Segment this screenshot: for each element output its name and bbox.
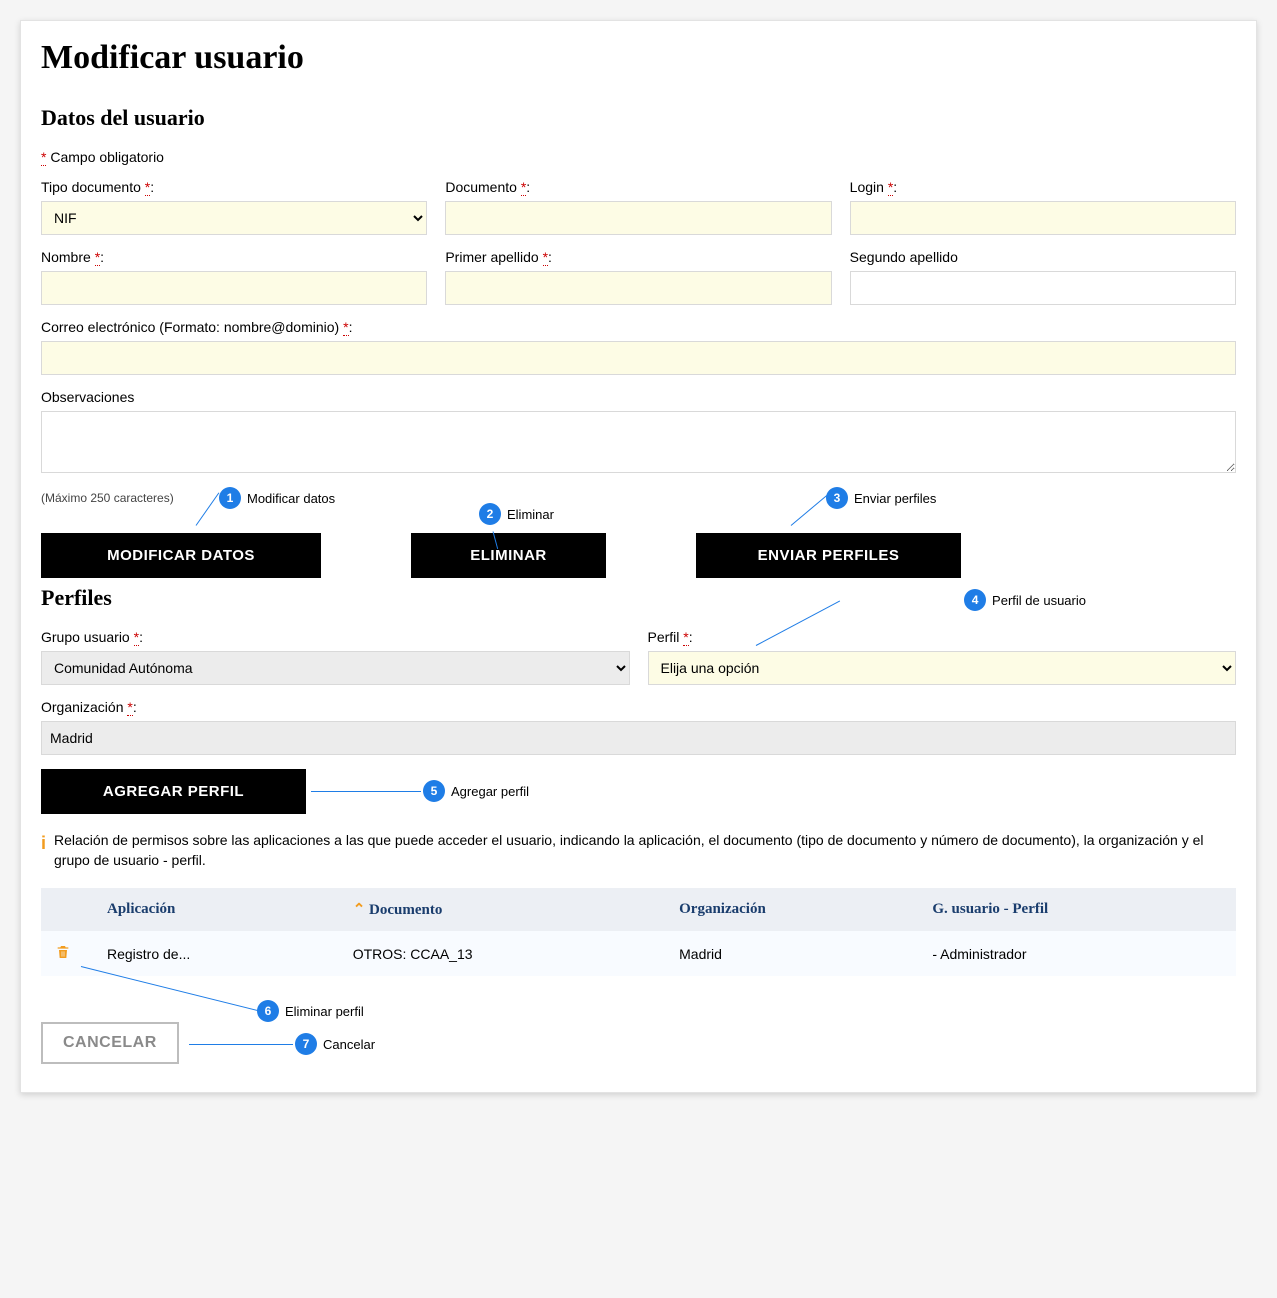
callout-badge-5: 5	[423, 780, 445, 802]
callout-label-2: Eliminar	[507, 507, 554, 522]
nombre-input[interactable]	[41, 271, 427, 305]
th-organizacion[interactable]: Organización	[665, 888, 918, 931]
callout-badge-6: 6	[257, 1000, 279, 1022]
th-aplicacion[interactable]: Aplicación	[93, 888, 339, 931]
callout-label-3: Enviar perfiles	[854, 491, 936, 506]
trash-icon[interactable]	[55, 943, 71, 961]
callout-badge-3: 3	[826, 487, 848, 509]
callout-badge-1: 1	[219, 487, 241, 509]
section-user-data: Datos del usuario	[41, 105, 1236, 131]
organizacion-input[interactable]	[41, 721, 1236, 755]
label-segundo-apellido: Segundo apellido	[850, 249, 1236, 265]
info-text: Relación de permisos sobre las aplicacio…	[54, 831, 1236, 870]
th-documento[interactable]: ⌃ Documento	[339, 888, 665, 931]
label-documento: Documento *:	[445, 179, 831, 195]
label-correo: Correo electrónico (Formato: nombre@domi…	[41, 319, 1236, 335]
info-icon: i	[41, 831, 46, 856]
label-perfil: Perfil *:	[648, 629, 1237, 645]
cell-organizacion: Madrid	[665, 931, 918, 976]
callout-label-5: Agregar perfil	[451, 784, 529, 799]
cell-aplicacion: Registro de...	[93, 931, 339, 976]
cell-gusuario-perfil: - Administrador	[918, 931, 1236, 976]
perfil-select[interactable]: Elija una opción	[648, 651, 1237, 685]
tipo-documento-select[interactable]: NIF	[41, 201, 427, 235]
callout-label-6: Eliminar perfil	[285, 1004, 364, 1019]
label-grupo-usuario: Grupo usuario *:	[41, 629, 630, 645]
documento-input[interactable]	[445, 201, 831, 235]
sort-icon: ⌃	[353, 902, 366, 918]
callout-label-1: Modificar datos	[247, 491, 335, 506]
callout-label-7: Cancelar	[323, 1037, 375, 1052]
required-hint: * Campo obligatorio	[41, 149, 1236, 165]
correo-input[interactable]	[41, 341, 1236, 375]
label-observaciones: Observaciones	[41, 389, 1236, 405]
label-tipo-documento: Tipo documento *:	[41, 179, 427, 195]
cancelar-button[interactable]: CANCELAR	[41, 1022, 179, 1064]
modificar-datos-button[interactable]: MODIFICAR DATOS	[41, 533, 321, 578]
label-nombre: Nombre *:	[41, 249, 427, 265]
observaciones-textarea[interactable]	[41, 411, 1236, 473]
label-login: Login *:	[850, 179, 1236, 195]
permissions-table: Aplicación ⌃ Documento Organización G. u…	[41, 888, 1236, 976]
segundo-apellido-input[interactable]	[850, 271, 1236, 305]
th-gusuario-perfil[interactable]: G. usuario - Perfil	[918, 888, 1236, 931]
section-profiles: Perfiles	[41, 585, 1236, 611]
primer-apellido-input[interactable]	[445, 271, 831, 305]
grupo-usuario-select[interactable]: Comunidad Autónoma	[41, 651, 630, 685]
login-input[interactable]	[850, 201, 1236, 235]
callout-badge-2: 2	[479, 503, 501, 525]
label-primer-apellido: Primer apellido *:	[445, 249, 831, 265]
enviar-perfiles-button[interactable]: ENVIAR PERFILES	[696, 533, 961, 578]
agregar-perfil-button[interactable]: AGREGAR PERFIL	[41, 769, 306, 814]
eliminar-button[interactable]: ELIMINAR	[411, 533, 606, 578]
callout-badge-7: 7	[295, 1033, 317, 1055]
label-organizacion: Organización *:	[41, 699, 1236, 715]
max-chars-hint: (Máximo 250 caracteres)	[41, 491, 174, 505]
table-row: Registro de... OTROS: CCAA_13 Madrid - A…	[41, 931, 1236, 976]
cell-documento: OTROS: CCAA_13	[339, 931, 665, 976]
page-title: Modificar usuario	[41, 39, 1236, 77]
